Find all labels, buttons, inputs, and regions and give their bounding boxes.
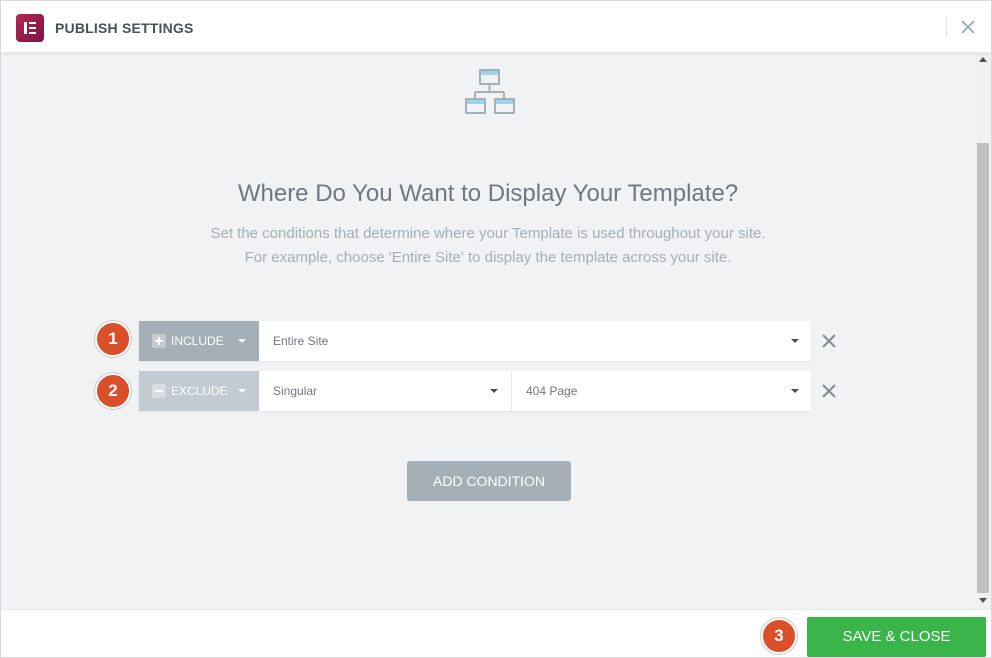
minus-icon: [152, 384, 166, 398]
close-icon[interactable]: [960, 19, 976, 35]
save-and-close-button[interactable]: SAVE & CLOSE: [807, 617, 986, 657]
caret-down-icon: [791, 389, 799, 393]
condition-row-2: EXCLUDE Singular 404 Page: [139, 371, 811, 411]
condition-subfield-select[interactable]: 404 Page: [511, 371, 811, 411]
modal-title: PUBLISH SETTINGS: [55, 20, 194, 36]
remove-condition-icon[interactable]: [822, 384, 836, 398]
modal-content: Where Do You Want to Display Your Templa…: [1, 53, 975, 609]
page-title: Where Do You Want to Display Your Templa…: [237, 180, 739, 207]
publish-settings-modal: PUBLISH SETTINGS Where Do You Want to Di…: [0, 0, 992, 658]
scrollbar-thumb[interactable]: [977, 143, 989, 593]
condition-type-select[interactable]: INCLUDE: [139, 321, 259, 361]
caret-down-icon: [490, 389, 498, 393]
condition-row-1: INCLUDE Entire Site: [139, 321, 811, 361]
scrollbar[interactable]: [975, 53, 991, 609]
plus-icon: [152, 334, 166, 348]
condition-type-label: INCLUDE: [171, 334, 224, 348]
caret-down-icon: [791, 339, 799, 343]
caret-down-icon: [238, 339, 246, 343]
condition-field-select[interactable]: Entire Site: [259, 321, 811, 361]
description-line-1: Set the conditions that determine where …: [210, 225, 766, 242]
description-line-2: For example, choose 'Entire Site' to dis…: [244, 249, 732, 266]
add-condition-button[interactable]: ADD CONDITION: [407, 461, 571, 501]
remove-condition-icon[interactable]: [822, 334, 836, 348]
scroll-down-icon[interactable]: [979, 598, 987, 603]
condition-type-select[interactable]: EXCLUDE: [139, 371, 259, 411]
condition-subfield-value: 404 Page: [526, 384, 578, 398]
scroll-up-icon[interactable]: [979, 57, 987, 62]
condition-field-select[interactable]: Singular: [259, 371, 511, 411]
condition-field-value: Entire Site: [273, 334, 329, 348]
sitemap-icon: [465, 69, 515, 114]
modal-footer: 3 SAVE & CLOSE: [1, 609, 991, 657]
modal-header: PUBLISH SETTINGS: [1, 1, 991, 53]
elementor-logo-icon: [16, 14, 44, 42]
condition-type-label: EXCLUDE: [171, 384, 228, 398]
caret-down-icon: [238, 389, 246, 393]
condition-field-value: Singular: [273, 384, 318, 398]
step-badge-3: 3: [761, 618, 797, 654]
header-divider: [946, 17, 947, 37]
step-badge-2: 2: [95, 373, 131, 409]
step-badge-1: 1: [95, 321, 131, 357]
